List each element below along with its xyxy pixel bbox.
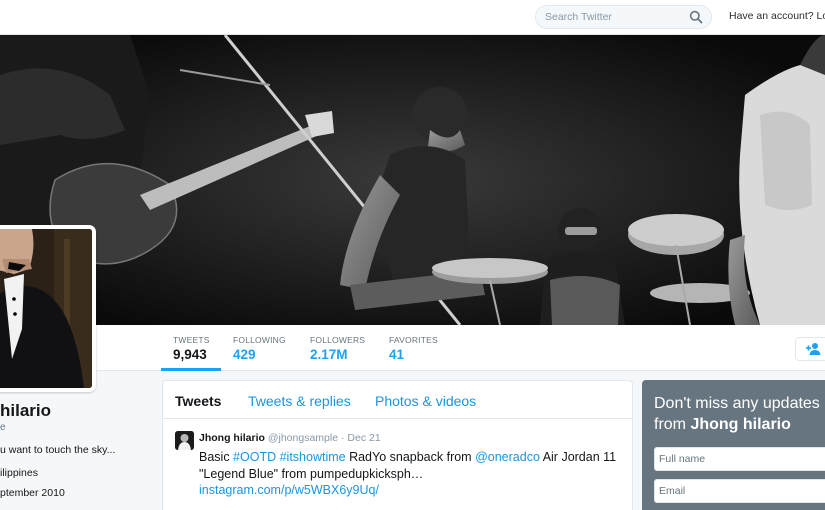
search-icon[interactable] (689, 10, 703, 24)
signup-name: Jhong hilario (690, 416, 791, 433)
profile-stats-bar: TWEETS 9,943 FOLLOWING 429 FOLLOWERS 2.1… (0, 325, 825, 371)
stat-value: 41 (389, 347, 405, 362)
signup-heading: Don't miss any updates (654, 395, 820, 412)
stat-tweets[interactable]: TWEETS 9,943 (161, 325, 221, 371)
profile-location: ilippines (0, 467, 38, 479)
tweet-author-name[interactable]: Jhong hilario (199, 432, 265, 444)
stat-followers[interactable]: FOLLOWERS 2.17M (310, 325, 365, 371)
tweet-text: Basic #OOTD #itshowtime RadYo snapback f… (199, 449, 619, 483)
fullname-field[interactable] (654, 447, 825, 471)
tweet-text-part: RadYo snapback from (345, 450, 476, 464)
profile-handle[interactable]: e (0, 422, 6, 433)
hashtag-link[interactable]: #OOTD (233, 450, 276, 464)
stat-label: FAVORITES (389, 335, 438, 345)
signup-module: Don't miss any updates from Jhong hilari… (642, 380, 825, 510)
top-bar: Have an account? Log in (0, 0, 825, 35)
search-input[interactable] (545, 11, 685, 23)
tweet-url-link[interactable]: instagram.com/p/w5WBX6y9Uq/ (199, 483, 379, 497)
profile-name[interactable]: hilario (0, 401, 51, 421)
signup-prefix: from (654, 416, 691, 433)
tab-tweets[interactable]: Tweets (175, 393, 221, 409)
profile-banner (0, 35, 825, 325)
search-box[interactable] (535, 5, 712, 29)
banner-photo (0, 35, 825, 325)
stat-label: FOLLOWERS (310, 335, 366, 345)
timeline-tabs: Tweets Tweets & replies Photos & videos (163, 381, 632, 419)
avatar-photo (0, 229, 92, 388)
stat-following[interactable]: FOLLOWING 429 (233, 325, 286, 371)
add-user-icon (806, 342, 822, 356)
stat-value: 429 (233, 347, 256, 362)
mention-link[interactable]: @oneradco (475, 450, 540, 464)
stat-favorites[interactable]: FAVORITES 41 (389, 325, 438, 371)
tab-photos-videos[interactable]: Photos & videos (375, 393, 476, 409)
signup-subheading: from Jhong hilario (654, 416, 791, 434)
tweet-header: Jhong hilario @jhongsample · Dec 21 (199, 432, 381, 444)
stat-label: TWEETS (173, 335, 210, 345)
profile-bio: u want to touch the sky... (0, 444, 116, 456)
hashtag-link[interactable]: #itshowtime (280, 450, 346, 464)
tweet-date[interactable]: Dec 21 (347, 432, 380, 444)
tweet-avatar[interactable] (175, 431, 194, 450)
follow-button[interactable] (795, 337, 825, 361)
stat-value: 2.17M (310, 347, 348, 362)
tweet-text-part: Basic (199, 450, 234, 464)
timeline: Tweets Tweets & replies Photos & videos … (162, 380, 633, 510)
tab-tweets-replies[interactable]: Tweets & replies (248, 393, 351, 409)
login-prompt[interactable]: Have an account? Log in (729, 10, 825, 22)
email-field[interactable] (654, 479, 825, 503)
tweet-author-handle[interactable]: @jhongsample (268, 432, 338, 444)
profile-join-date: ptember 2010 (0, 487, 65, 499)
profile-avatar[interactable] (0, 225, 96, 392)
tweet-item[interactable]: Jhong hilario @jhongsample · Dec 21 Basi… (163, 419, 632, 510)
stat-label: FOLLOWING (233, 335, 286, 345)
stat-value: 9,943 (173, 347, 207, 362)
tweet-separator: · (340, 432, 345, 444)
